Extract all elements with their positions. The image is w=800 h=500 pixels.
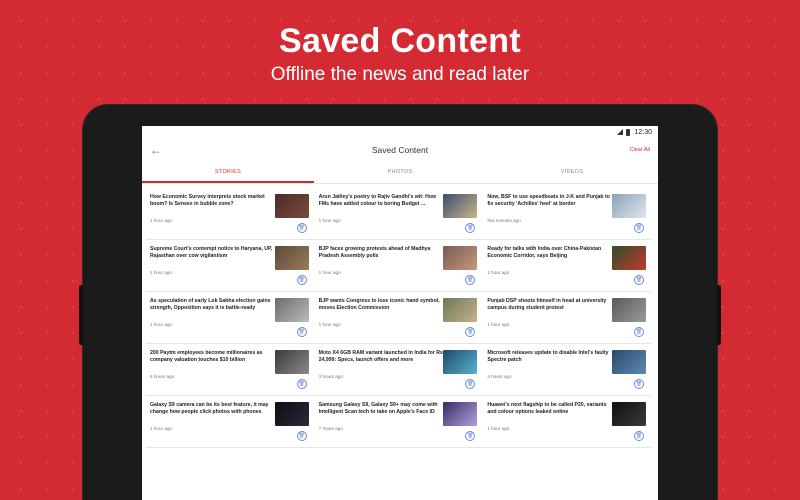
story-time: 1 hour ago <box>487 426 510 431</box>
delete-icon[interactable]: 🗑 <box>465 327 476 337</box>
story-card[interactable]: Arun Jaitley's poetry to Rajiv Gandhi's … <box>314 188 484 240</box>
story-card[interactable]: BJP wants Congress to lose iconic hand s… <box>314 292 484 344</box>
story-time: 1 hour ago <box>318 218 341 223</box>
story-thumbnail[interactable] <box>443 194 478 218</box>
story-thumbnail[interactable] <box>443 298 478 322</box>
status-bar: 12:30 <box>142 126 658 138</box>
story-headline[interactable]: Huawei's next flagship to be called P20,… <box>487 402 612 416</box>
story-thumbnail[interactable] <box>612 350 646 374</box>
story-card[interactable]: How Economic Survey interprets stock mar… <box>146 188 315 240</box>
story-thumbnail[interactable] <box>274 246 309 270</box>
app-screen: 12:30 ← Saved Content Clear All STORIES … <box>142 126 658 500</box>
app-bar: ← Saved Content Clear All <box>142 138 658 162</box>
story-card[interactable]: 200 Paytm employees become millionaires … <box>146 344 315 396</box>
tab-stories[interactable]: STORIES <box>142 162 314 183</box>
story-card[interactable]: Ready for talks with India over China-Pa… <box>483 240 652 292</box>
delete-icon[interactable]: 🗑 <box>296 379 307 389</box>
story-thumbnail[interactable] <box>443 402 478 426</box>
story-thumbnail[interactable] <box>612 194 646 218</box>
clear-all-button[interactable]: Clear All <box>630 147 650 153</box>
story-card[interactable]: Huawei's next flagship to be called P20,… <box>483 396 652 448</box>
story-headline[interactable]: How Economic Survey interprets stock mar… <box>150 194 275 208</box>
story-time: few minutes ago <box>487 218 521 223</box>
story-time: 1 hour ago <box>150 218 172 223</box>
tab-videos[interactable]: VIDEOS <box>486 162 658 183</box>
story-time: 4 hours ago <box>487 374 512 379</box>
story-headline[interactable]: Punjab DSP shoots himself in head at uni… <box>487 298 612 312</box>
story-headline[interactable]: Now, BSF to use speedboats in J-K and Pu… <box>487 194 612 208</box>
promo-title: Saved Content <box>279 22 521 60</box>
story-time: 6 hours ago <box>150 374 175 379</box>
story-grid: How Economic Survey interprets stock mar… <box>142 184 658 448</box>
story-time: 1 hour ago <box>487 270 510 275</box>
story-headline[interactable]: Microsoft releases update to disable Int… <box>487 350 612 364</box>
story-time: 1 hour ago <box>487 322 510 327</box>
story-thumbnail[interactable] <box>274 402 309 426</box>
delete-icon[interactable]: 🗑 <box>634 275 644 285</box>
story-thumbnail[interactable] <box>274 194 309 218</box>
delete-icon[interactable]: 🗑 <box>465 275 476 285</box>
story-thumbnail[interactable] <box>612 402 646 426</box>
story-headline[interactable]: Arun Jaitley's poetry to Rajiv Gandhi's … <box>319 194 444 208</box>
story-headline[interactable]: Ready for talks with India over China-Pa… <box>487 246 612 260</box>
story-time: 1 hour ago <box>318 322 341 327</box>
story-headline[interactable]: BJP faces growing protests ahead of Madh… <box>319 246 444 260</box>
story-card[interactable]: Moto X4 6GB RAM variant launched in Indi… <box>314 344 484 396</box>
delete-icon[interactable]: 🗑 <box>296 327 307 337</box>
delete-icon[interactable]: 🗑 <box>296 431 307 441</box>
story-card[interactable]: Now, BSF to use speedboats in J-K and Pu… <box>483 188 652 240</box>
story-headline[interactable]: BJP wants Congress to lose iconic hand s… <box>319 298 444 312</box>
delete-icon[interactable]: 🗑 <box>465 223 476 233</box>
story-card[interactable]: Punjab DSP shoots himself in head at uni… <box>483 292 652 344</box>
story-headline[interactable]: Moto X4 6GB RAM variant launched in Indi… <box>319 350 444 364</box>
promo-subtitle: Offline the news and read later <box>270 64 530 85</box>
delete-icon[interactable]: 🗑 <box>465 431 476 441</box>
story-card[interactable]: Samsung Galaxy S9, Galaxy S9+ may come w… <box>314 396 484 448</box>
delete-icon[interactable]: 🗑 <box>296 223 307 233</box>
story-thumbnail[interactable] <box>612 246 646 270</box>
story-thumbnail[interactable] <box>443 246 478 270</box>
story-thumbnail[interactable] <box>274 298 309 322</box>
delete-icon[interactable]: 🗑 <box>296 275 307 285</box>
story-card[interactable]: Galaxy S9 camera can be its best feature… <box>146 396 315 448</box>
story-time: 3 hours ago <box>318 374 343 379</box>
story-thumbnail[interactable] <box>443 350 478 374</box>
story-card[interactable]: As speculation of early Lok Sabha electi… <box>146 292 315 344</box>
story-headline[interactable]: Galaxy S9 camera can be its best feature… <box>150 402 275 416</box>
story-headline[interactable]: As speculation of early Lok Sabha electi… <box>150 298 275 312</box>
story-card[interactable]: Microsoft releases update to disable Int… <box>483 344 652 396</box>
story-time: 1 hour ago <box>150 426 172 431</box>
story-time: 7 hours ago <box>318 426 343 431</box>
story-card[interactable]: Supreme Court's contempt notice to Harya… <box>146 240 315 292</box>
story-time: 1 hour ago <box>318 270 341 275</box>
story-time: 1 hour ago <box>150 322 172 327</box>
page-title: Saved Content <box>371 145 429 155</box>
story-card[interactable]: BJP faces growing protests ahead of Madh… <box>314 240 484 292</box>
tablet-side-button-left <box>79 285 83 345</box>
story-headline[interactable]: Supreme Court's contempt notice to Harya… <box>150 246 275 260</box>
tab-bar: STORIES PHOTOS VIDEOS <box>142 162 658 184</box>
delete-icon[interactable]: 🗑 <box>634 223 644 233</box>
story-thumbnail[interactable] <box>612 298 646 322</box>
story-headline[interactable]: 200 Paytm employees become millionaires … <box>150 350 275 364</box>
delete-icon[interactable]: 🗑 <box>634 431 644 441</box>
story-time: 1 hour ago <box>150 270 172 275</box>
story-headline[interactable]: Samsung Galaxy S9, Galaxy S9+ may come w… <box>319 402 444 416</box>
tab-photos[interactable]: PHOTOS <box>314 162 486 183</box>
delete-icon[interactable]: 🗑 <box>634 379 644 389</box>
battery-icon <box>626 128 631 136</box>
delete-icon[interactable]: 🗑 <box>634 327 644 337</box>
story-thumbnail[interactable] <box>274 350 309 374</box>
delete-icon[interactable]: 🗑 <box>465 379 476 389</box>
signal-icon <box>617 129 624 135</box>
tablet-side-button-right <box>717 285 721 345</box>
status-time: 12:30 <box>634 128 652 136</box>
